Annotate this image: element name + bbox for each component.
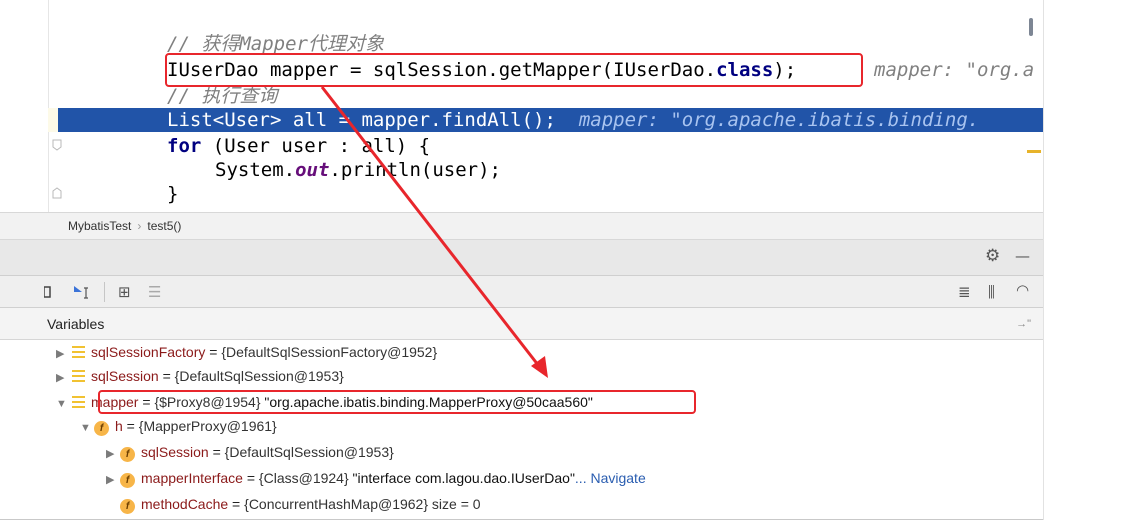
expand-triangle-icon[interactable]: ▶ (56, 342, 68, 366)
annotation-box-code (165, 53, 863, 87)
fold-marker-icon[interactable] (50, 138, 64, 152)
gauge-icon[interactable]: ◠ (1016, 280, 1029, 300)
ide-window: // 获得Mapper代理对象 IUserDao mapper = sqlSes… (0, 0, 1043, 530)
list-icon[interactable]: ≣ (958, 282, 971, 302)
field-token: out (295, 159, 330, 181)
code-token: List<User> all = mapper.findAll(); (167, 109, 556, 131)
variable-row[interactable]: ▶ sqlSessionFactory = {DefaultSqlSessionF… (56, 340, 437, 364)
hint-value: "org.a (965, 59, 1035, 81)
variables-tree[interactable]: ▶ sqlSessionFactory = {DefaultSqlSessionF… (0, 340, 1043, 520)
variable-name: methodCache (141, 496, 229, 512)
variable-row[interactable]: ▶ sqlSession = {DefaultSqlSession@1953} (56, 364, 344, 388)
variable-value: {Class@1924} (258, 470, 353, 486)
field-icon: f (120, 473, 135, 488)
collapse-triangle-icon[interactable]: ▼ (80, 416, 92, 440)
breadcrumb-class[interactable]: MybatisTest (68, 219, 131, 233)
variable-list-icon (72, 396, 85, 408)
variable-string-value: "interface com.lagou.dao.IUserDao" (352, 470, 575, 486)
variable-value: {MapperProxy@1961} (138, 418, 277, 434)
expand-triangle-icon[interactable]: ▶ (106, 442, 118, 466)
variable-row[interactable]: ▶ f mapperInterface = {Class@1924} "interf… (106, 466, 646, 490)
run-to-cursor-icon[interactable] (72, 282, 94, 302)
variable-row[interactable]: f methodCache = {ConcurrentHashMap@1962} … (118, 492, 481, 516)
variables-title: Variables (47, 316, 105, 332)
inline-value-hint: mapper: "org.a (874, 58, 1034, 82)
code-line-close-brace: } (167, 183, 179, 205)
inline-value-hint: mapper: "org.apache.ibatis.binding. (578, 109, 980, 131)
variable-name: sqlSessionFactory (91, 344, 206, 360)
field-icon: f (94, 421, 109, 436)
size-info: size = 0 (428, 496, 481, 512)
variable-row[interactable]: ▼ f h = {MapperProxy@1961} (80, 414, 277, 438)
expand-triangle-icon[interactable]: ▶ (106, 468, 118, 492)
variables-header: Variables →" (0, 308, 1043, 340)
keyword-token: for (167, 135, 202, 157)
variable-list-icon (72, 370, 85, 382)
breadcrumb-separator: › (137, 219, 142, 233)
pin-icon[interactable]: →" (1016, 308, 1031, 340)
field-icon: f (120, 447, 135, 462)
variable-value: {DefaultSqlSessionFactory@1952} (221, 344, 438, 360)
code-line-find-all: List<User> all = mapper.findAll(); mappe… (167, 108, 979, 132)
code-editor[interactable]: // 获得Mapper代理对象 IUserDao mapper = sqlSes… (0, 0, 1043, 212)
step-icon[interactable] (44, 285, 54, 299)
editor-gutter (48, 0, 49, 212)
code-token: System. (215, 159, 296, 181)
variable-value: {ConcurrentHashMap@1962} (244, 496, 429, 512)
scrollbar-thumb[interactable] (1029, 18, 1033, 36)
execution-point-line: List<User> all = mapper.findAll(); mappe… (58, 108, 1043, 132)
comment-query: // 执行查询 (167, 85, 278, 107)
variable-name: h (115, 418, 123, 434)
equals-sign: = (205, 344, 222, 360)
code-token: .println(user); (329, 159, 501, 181)
breadcrumb: MybatisTest › test5() (0, 212, 1043, 240)
columns-icon[interactable]: ⫼ (988, 282, 995, 302)
variable-value: {DefaultSqlSession@1953} (224, 444, 394, 460)
code-line-println: System.out.println(user); (215, 158, 501, 182)
bottom-divider (0, 519, 1043, 520)
minimize-icon[interactable]: — (1015, 246, 1030, 266)
toolbar-separator (104, 282, 105, 302)
equals-sign: = (158, 368, 175, 384)
evaluate-icon[interactable]: ☰ (148, 282, 161, 302)
variable-row[interactable]: ▶ f sqlSession = {DefaultSqlSession@1953} (106, 440, 394, 464)
variable-list-icon (72, 346, 85, 358)
breadcrumb-method[interactable]: test5() (147, 219, 181, 233)
debug-toolbar: ⊞ ☰ ≣ ⫼ ◠ (0, 276, 1043, 308)
equals-sign: = (228, 496, 245, 512)
table-icon[interactable]: ⊞ (118, 282, 131, 302)
variable-name: sqlSession (91, 368, 159, 384)
code-token: (User user : all) { (201, 135, 431, 157)
collapse-triangle-icon[interactable]: ▼ (56, 392, 68, 416)
fold-end-marker-icon[interactable] (50, 186, 64, 200)
variable-value: {DefaultSqlSession@1953} (174, 368, 344, 384)
field-icon: f (120, 499, 135, 514)
expand-triangle-icon[interactable]: ▶ (56, 366, 68, 390)
debug-tool-header: ⚙ — (0, 240, 1043, 276)
navigate-link[interactable]: ... Navigate (575, 470, 646, 486)
equals-sign: = (208, 444, 225, 460)
warning-stripe[interactable] (1027, 150, 1041, 153)
gear-icon[interactable]: ⚙ (985, 246, 1000, 266)
variable-name: mapperInterface (141, 470, 243, 486)
code-line-for: for (User user : all) { (167, 134, 430, 158)
equals-sign: = (242, 470, 259, 486)
equals-sign: = (122, 418, 139, 434)
variable-name: sqlSession (141, 444, 209, 460)
execution-line-gutter (48, 108, 58, 132)
window-right-border (1043, 0, 1044, 520)
hint-key: mapper: (874, 59, 966, 81)
annotation-box-variable (98, 390, 696, 414)
